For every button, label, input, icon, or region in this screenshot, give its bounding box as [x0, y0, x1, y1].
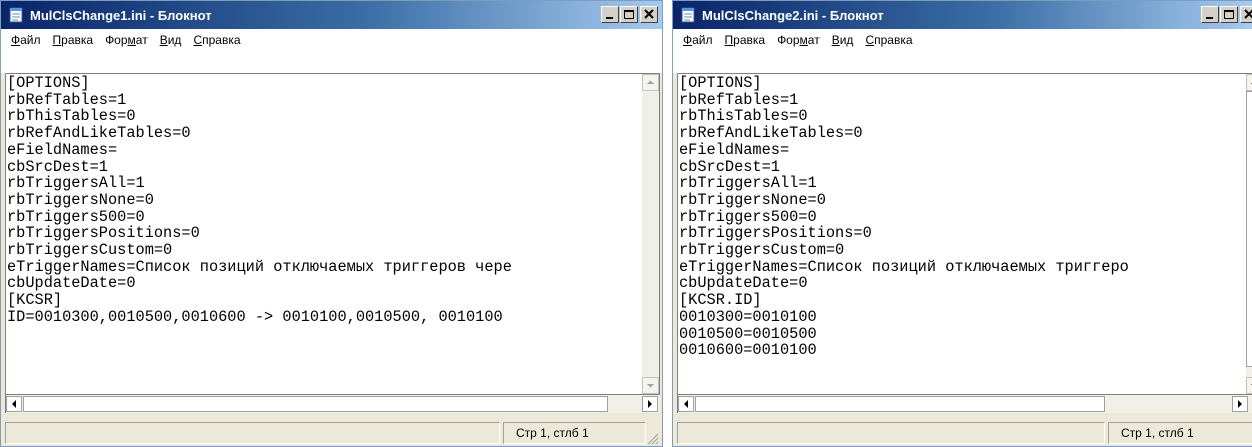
text-line: eTriggerNames=Список позиций отключаемых…: [679, 257, 1129, 276]
scroll-right-icon: [1238, 400, 1242, 408]
cursor-position: Стр 1, стлб 1: [503, 422, 646, 444]
text-line: rbRefAndLikeTables=0: [7, 124, 191, 143]
text-editor[interactable]: [OPTIONS] rbRefTables=1 rbThisTables=0 rbRe…: [677, 73, 1252, 395]
scroll-up-icon: [1251, 83, 1252, 84]
close-button[interactable]: [640, 6, 658, 23]
maximize-icon: [1224, 10, 1234, 19]
scroll-down-button[interactable]: [642, 377, 659, 394]
text-line: rbTriggersNone=0: [7, 190, 154, 209]
text-line: rbTriggersPositions=0: [679, 224, 872, 243]
text-line: cbUpdateDate=0: [7, 274, 136, 293]
menu-format[interactable]: Формат: [771, 33, 826, 47]
horizontal-scrollbar[interactable]: [677, 395, 1252, 413]
status-panel: [5, 422, 500, 444]
text-line: cbSrcDest=1: [7, 157, 108, 176]
text-line: rbRefAndLikeTables=0: [679, 124, 863, 143]
status-bar: Стр 1, стлб 1: [1, 420, 662, 446]
text-line: [OPTIONS]: [7, 74, 90, 92]
text-line: 0010600=0010100: [679, 341, 817, 360]
editor-text[interactable]: [OPTIONS] rbRefTables=1 rbThisTables=0 rbRe…: [679, 74, 1240, 394]
text-line: 0010300=0010100: [679, 307, 817, 326]
menu-bar: Файл Правка Формат Вид Справка: [673, 29, 1252, 73]
status-bar: Стр 1, стлб 1: [673, 420, 1252, 446]
scroll-down-button[interactable]: [1246, 377, 1252, 394]
maximize-button[interactable]: [620, 6, 638, 23]
menu-view[interactable]: Вид: [154, 33, 188, 47]
scroll-left-icon: [12, 400, 16, 408]
resize-grip-icon[interactable]: [647, 433, 659, 445]
menu-edit[interactable]: Правка: [47, 33, 100, 47]
vertical-scroll-thumb[interactable]: [1246, 91, 1252, 367]
minimize-button[interactable]: [601, 6, 619, 23]
scroll-up-icon: [647, 80, 654, 84]
scroll-left-button[interactable]: [6, 396, 22, 412]
window-title: MulClsChange1.ini - Блокнот: [30, 7, 212, 23]
menu-help[interactable]: Справка: [859, 33, 918, 47]
text-line: [OPTIONS]: [679, 74, 762, 92]
scroll-down-icon: [1251, 384, 1252, 385]
text-line: rbRefTables=1: [7, 90, 127, 109]
maximize-button[interactable]: [1220, 6, 1238, 23]
menu-edit[interactable]: Правка: [719, 33, 772, 47]
minimize-button[interactable]: [1201, 6, 1219, 23]
window-gap: [663, 0, 672, 447]
vertical-scrollbar[interactable]: [1246, 74, 1252, 394]
notepad-icon: [9, 7, 23, 23]
text-line: rbRefTables=1: [679, 90, 799, 109]
menu-bar: Файл Правка Формат Вид Справка: [1, 29, 662, 73]
text-line: cbUpdateDate=0: [679, 274, 808, 293]
notepad-icon: [681, 7, 695, 23]
scroll-right-button[interactable]: [642, 396, 658, 412]
menu-file[interactable]: Файл: [677, 33, 719, 47]
title-bar[interactable]: MulClsChange2.ini - Блокнот: [673, 1, 1252, 29]
text-line: eTriggerNames=Список позиций отключаемых…: [7, 257, 512, 276]
menu-view[interactable]: Вид: [826, 33, 860, 47]
close-icon: [1244, 9, 1252, 19]
editor-text[interactable]: [OPTIONS] rbRefTables=1 rbThisTables=0 rbRe…: [7, 74, 642, 394]
title-bar[interactable]: MulClsChange1.ini - Блокнот: [1, 1, 662, 29]
maximize-icon: [624, 10, 634, 19]
horizontal-scroll-thumb[interactable]: [695, 396, 1105, 412]
cursor-position: Стр 1, стлб 1: [1108, 422, 1252, 444]
text-line: 0010500=0010500: [679, 324, 817, 343]
text-line: rbTriggersCustom=0: [679, 241, 845, 260]
notepad-window-1: MulClsChange1.ini - Блокнот Файл Правка …: [0, 0, 663, 447]
scroll-right-button[interactable]: [1232, 396, 1248, 412]
notepad-window-2: MulClsChange2.ini - Блокнот Файл Правка …: [672, 0, 1252, 447]
window-title: MulClsChange2.ini - Блокнот: [702, 7, 884, 23]
text-line: ID=0010300,0010500,0010600 -> 0010100,00…: [7, 307, 503, 326]
menu-help[interactable]: Справка: [187, 33, 246, 47]
scroll-up-button[interactable]: [1246, 74, 1252, 91]
text-line: cbSrcDest=1: [679, 157, 780, 176]
text-line: rbTriggers500=0: [7, 207, 145, 226]
text-line: rbTriggersCustom=0: [7, 241, 173, 260]
close-icon: [644, 9, 654, 19]
text-line: rbTriggersAll=1: [679, 174, 817, 193]
text-line: [KCSR.ID]: [679, 291, 762, 310]
vertical-scrollbar[interactable]: [642, 74, 659, 394]
status-panel: [677, 422, 1105, 444]
menu-format[interactable]: Формат: [99, 33, 154, 47]
text-line: rbThisTables=0: [679, 107, 808, 126]
menu-file[interactable]: Файл: [5, 33, 47, 47]
text-line: [KCSR]: [7, 291, 63, 310]
text-editor[interactable]: [OPTIONS] rbRefTables=1 rbThisTables=0 rbRe…: [5, 73, 660, 395]
scroll-down-icon: [647, 384, 654, 388]
text-line: eFieldNames=: [679, 140, 790, 159]
close-button[interactable]: [1240, 6, 1252, 23]
text-line: rbTriggersPositions=0: [7, 224, 200, 243]
scroll-left-button[interactable]: [678, 396, 694, 412]
scroll-up-button[interactable]: [642, 74, 659, 91]
text-line: rbThisTables=0: [7, 107, 136, 126]
minimize-icon: [606, 17, 613, 19]
horizontal-scrollbar[interactable]: [5, 395, 660, 413]
text-line: eFieldNames=: [7, 140, 118, 159]
minimize-icon: [1206, 17, 1213, 19]
text-line: rbTriggers500=0: [679, 207, 817, 226]
scroll-right-icon: [648, 400, 652, 408]
text-line: rbTriggersNone=0: [679, 190, 826, 209]
text-line: rbTriggersAll=1: [7, 174, 145, 193]
horizontal-scroll-thumb[interactable]: [23, 396, 608, 412]
scroll-left-icon: [684, 400, 688, 408]
